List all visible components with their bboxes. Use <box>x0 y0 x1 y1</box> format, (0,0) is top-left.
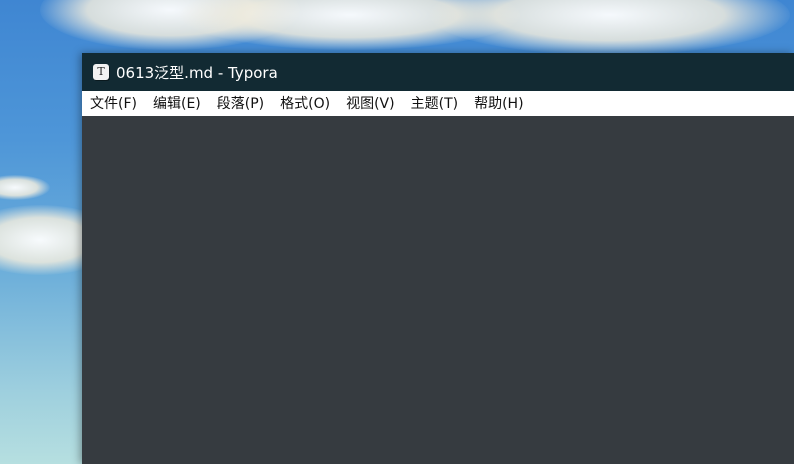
wallpaper-cloud <box>0 175 50 200</box>
menu-paragraph[interactable]: 段落(P) <box>209 91 272 116</box>
window-title: 0613泛型.md - Typora <box>116 63 278 82</box>
menu-bar: 文件(F) 编辑(E) 段落(P) 格式(O) 视图(V) 主题(T) 帮助(H… <box>82 91 794 116</box>
menu-view[interactable]: 视图(V) <box>338 91 403 116</box>
menu-file[interactable]: 文件(F) <box>82 91 145 116</box>
title-bar[interactable]: T 0613泛型.md - Typora <box>82 53 794 91</box>
wallpaper-cloud <box>430 0 790 55</box>
menu-format[interactable]: 格式(O) <box>272 91 338 116</box>
desktop-wallpaper: T 0613泛型.md - Typora 文件(F) 编辑(E) 段落(P) 格… <box>0 0 794 464</box>
typora-app-icon[interactable]: T <box>93 64 109 80</box>
typora-window: T 0613泛型.md - Typora 文件(F) 编辑(E) 段落(P) 格… <box>82 53 794 464</box>
editor-area[interactable] <box>82 116 794 464</box>
menu-edit[interactable]: 编辑(E) <box>145 91 209 116</box>
menu-themes[interactable]: 主题(T) <box>403 91 466 116</box>
menu-help[interactable]: 帮助(H) <box>466 91 531 116</box>
